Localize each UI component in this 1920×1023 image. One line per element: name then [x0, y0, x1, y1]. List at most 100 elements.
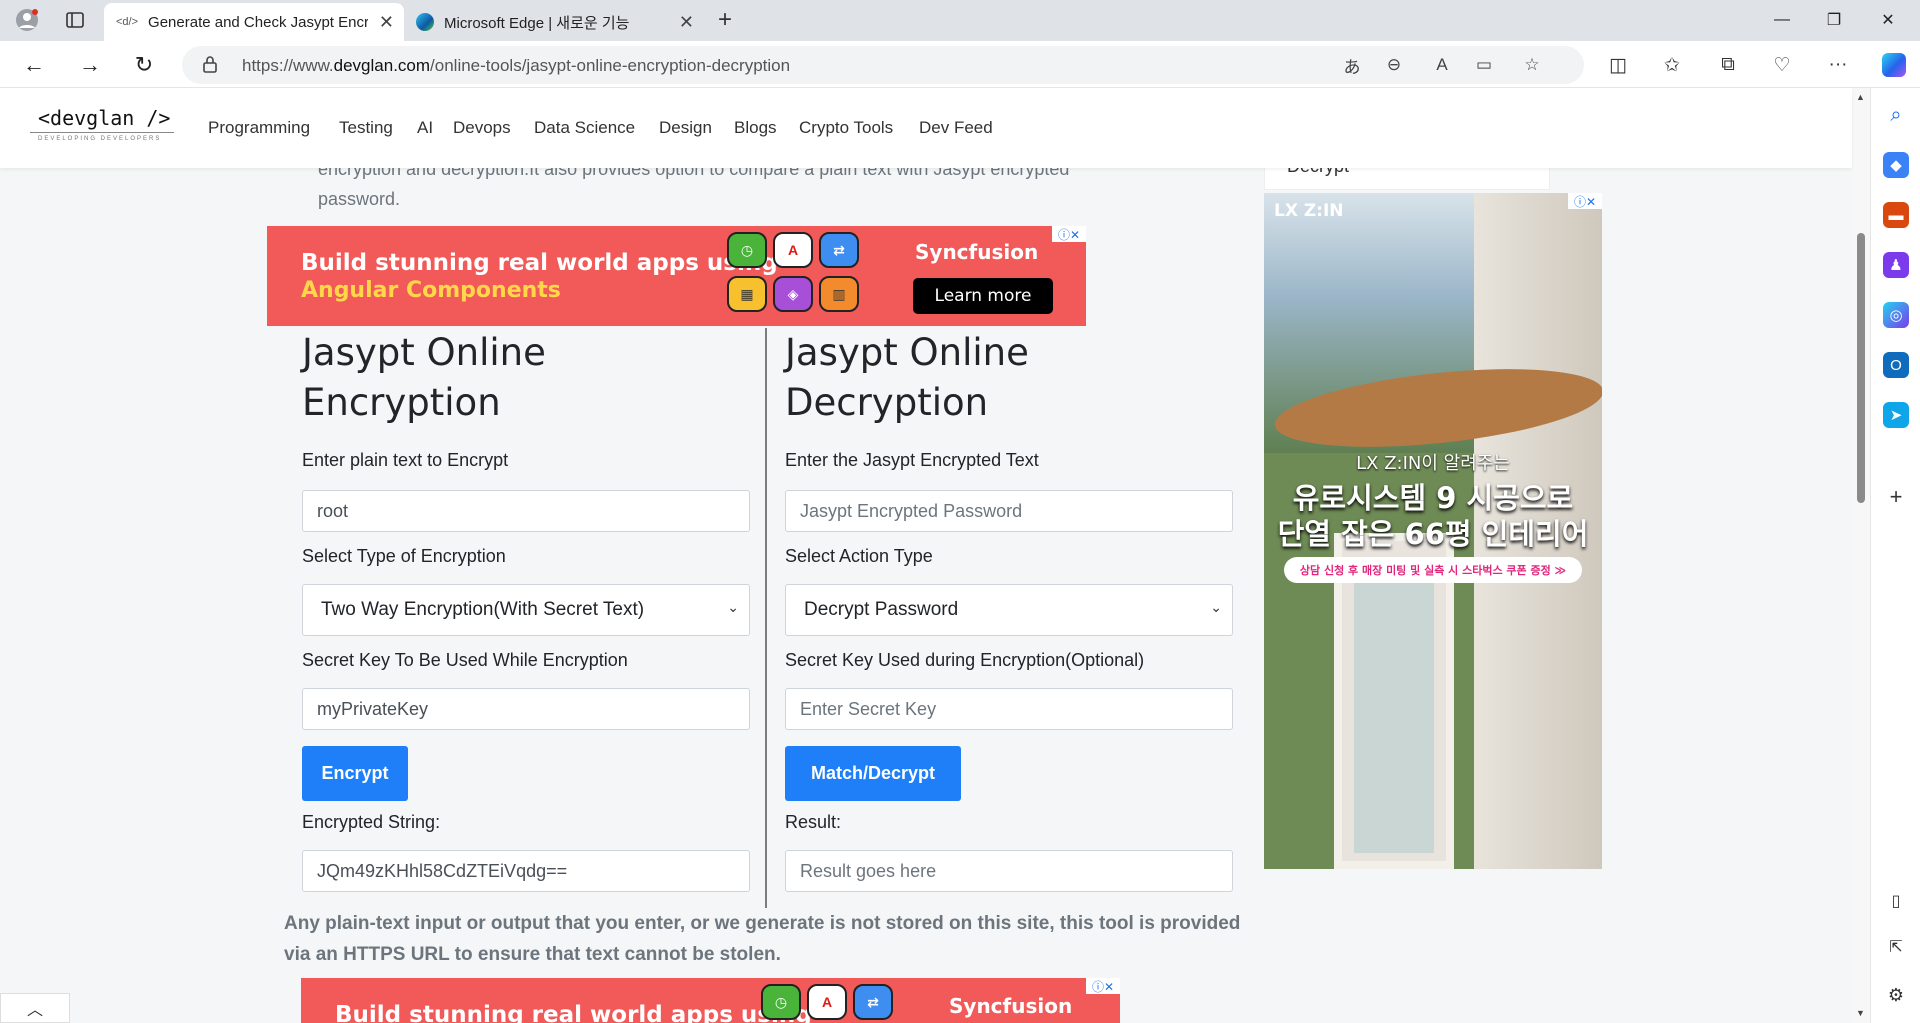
more-menu-icon[interactable]: ···	[1822, 49, 1854, 81]
outlook-icon[interactable]: O	[1883, 352, 1909, 378]
decrypt-secret-key-input[interactable]: Enter Secret Key	[785, 688, 1233, 730]
menu-devops[interactable]: Devops	[453, 118, 511, 138]
url-field[interactable]: https://www.devglan.com/online-tools/jas…	[182, 46, 1584, 84]
scroll-to-top-button[interactable]: ︿	[0, 993, 70, 1023]
tab-title: Generate and Check Jasypt Encryption	[148, 13, 369, 31]
forward-icon[interactable]: →	[74, 49, 106, 81]
edge-icon	[416, 13, 434, 31]
encryption-title: Jasypt Online Encryption	[302, 331, 546, 424]
ad-korean-headline: 단열 잡은 66평 인테리어	[1277, 517, 1589, 551]
close-icon[interactable]: ✕	[679, 12, 694, 33]
close-icon[interactable]: ✕	[379, 12, 394, 33]
collections-icon[interactable]: ⧉	[1712, 49, 1744, 81]
ad-brand-logo: LX Z:IN	[1274, 201, 1344, 221]
encryption-type-select[interactable]: Two Way Encryption(With Secret Text) ⌄	[302, 584, 750, 636]
site-header: <devglan /> DEVELOPING DEVELOPERS Progra…	[0, 88, 1852, 168]
add-icon[interactable]: +	[1883, 484, 1909, 510]
tab-jasypt[interactable]: <d/> Generate and Check Jasypt Encryptio…	[104, 3, 404, 41]
microsoft-365-icon[interactable]: ◎	[1883, 302, 1909, 328]
settings-gear-icon[interactable]: ⚙	[1883, 982, 1909, 1008]
tab-edge-new[interactable]: Microsoft Edge | 새로운 기능 ✕	[404, 3, 704, 41]
ad-close-icon[interactable]: ⓘ✕	[1086, 978, 1120, 994]
intro-line: password.	[318, 189, 401, 209]
ad-headline: Build stunning real world apps using	[335, 1002, 812, 1023]
immersive-reader-icon[interactable]: ▭	[1472, 54, 1496, 76]
plain-text-label: Enter plain text to Encrypt	[302, 450, 509, 470]
sidebar-toggle-icon[interactable]: ▯	[1883, 888, 1909, 914]
select-value: Decrypt Password	[804, 599, 959, 620]
search-icon[interactable]: ⌕	[1883, 102, 1909, 128]
menu-ai[interactable]: AI	[417, 118, 433, 138]
result-label: Result:	[785, 812, 842, 832]
chevron-down-icon: ⌄	[1210, 599, 1222, 615]
disclaimer-line: via an HTTPS URL to ensure that text can…	[284, 944, 781, 965]
scroll-down-arrow-icon[interactable]: ▼	[1856, 1008, 1865, 1018]
page-scrollbar[interactable]: ▲ ▼	[1852, 88, 1870, 1023]
learn-more-button[interactable]: Learn more	[913, 278, 1053, 314]
action-type-select[interactable]: Decrypt Password ⌄	[785, 584, 1233, 636]
ad-promo-pill[interactable]: 상담 신청 후 매장 미팅 및 실측 시 스타벅스 쿠폰 증정 ≫	[1284, 557, 1582, 583]
encrypted-string-output[interactable]: JQm49zKHhl58CdZTEiVqdg==	[302, 850, 750, 892]
external-link-icon[interactable]: ⇱	[1883, 934, 1909, 960]
browser-essentials-icon[interactable]: ♡	[1766, 49, 1798, 81]
angular-icon: A	[773, 232, 813, 268]
scrollbar-thumb[interactable]	[1857, 233, 1865, 503]
menu-blogs[interactable]: Blogs	[734, 118, 777, 138]
favorites-icon[interactable]: ✩	[1656, 49, 1688, 81]
games-icon[interactable]: ♟	[1883, 252, 1909, 278]
menu-crypto-tools[interactable]: Crypto Tools	[799, 118, 893, 138]
secret-key-input[interactable]: myPrivateKey	[302, 688, 750, 730]
menu-dev-feed[interactable]: Dev Feed	[919, 118, 993, 138]
refresh-icon[interactable]: ↻	[128, 49, 160, 81]
restore-icon[interactable]: ❐	[1806, 0, 1862, 40]
encrypted-text-label: Enter the Jasypt Encrypted Text	[785, 450, 1039, 470]
right-side-ad[interactable]: LX Z:IN LX Z:IN이 알려주는 유로시스템 9 시공으로 단열 잡은…	[1264, 193, 1602, 869]
split-screen-icon[interactable]: ◫	[1602, 49, 1634, 81]
read-aloud-icon[interactable]: A	[1430, 54, 1454, 76]
lock-icon[interactable]	[202, 55, 218, 78]
ad-banner-top[interactable]: Build stunning real world apps using Ang…	[267, 226, 1086, 326]
zoom-icon[interactable]: ⊖	[1382, 54, 1406, 76]
menu-data-science[interactable]: Data Science	[534, 118, 635, 138]
disclaimer-line: Any plain-text input or output that you …	[284, 913, 1241, 934]
ad-close-icon[interactable]: ⓘ✕	[1052, 226, 1086, 242]
syncfusion-logo: Syncfusion	[949, 994, 1073, 1018]
back-icon[interactable]: ←	[18, 49, 50, 81]
encrypt-button[interactable]: Encrypt	[302, 746, 408, 801]
decryption-column: Jasypt Online Decryption Enter the Jasypt…	[785, 328, 1255, 892]
profile-icon[interactable]	[12, 5, 42, 35]
minimize-icon[interactable]: —	[1754, 0, 1810, 40]
ad-image-glass	[1354, 563, 1434, 853]
plain-text-input[interactable]: root	[302, 490, 750, 532]
translate-icon[interactable]: あ	[1340, 54, 1364, 77]
ad-hex-icon: ▥	[819, 276, 859, 312]
chevron-up-icon: ︿	[26, 1002, 43, 1019]
scroll-up-arrow-icon[interactable]: ▲	[1856, 92, 1865, 102]
drop-icon[interactable]: ➤	[1883, 402, 1909, 428]
new-tab-button[interactable]: +	[710, 5, 740, 35]
close-window-icon[interactable]: ✕	[1860, 0, 1916, 40]
toolbox-icon[interactable]: ▬	[1883, 202, 1909, 228]
favorite-star-icon[interactable]: ☆	[1520, 54, 1544, 76]
ad-close-icon[interactable]: ⓘ✕	[1568, 193, 1602, 209]
decrypt-secret-key-label: Secret Key Used during Encryption(Option…	[785, 650, 1145, 670]
menu-design[interactable]: Design	[659, 118, 712, 138]
chevron-down-icon: ⌄	[727, 599, 739, 615]
code-icon: <d/>	[116, 16, 139, 28]
match-decrypt-button[interactable]: Match/Decrypt	[785, 746, 961, 801]
encrypted-text-input[interactable]: Jasypt Encrypted Password	[785, 490, 1233, 532]
page-content: encryption and decryption.It also provid…	[0, 156, 1852, 1023]
site-logo[interactable]: <devglan /> DEVELOPING DEVELOPERS	[30, 106, 174, 146]
encryption-type-label: Select Type of Encryption	[302, 546, 506, 566]
menu-testing[interactable]: Testing	[339, 118, 393, 138]
column-divider	[765, 328, 767, 908]
copilot-icon[interactable]	[1878, 49, 1910, 81]
syncfusion-logo: Syncfusion	[915, 240, 1039, 264]
result-output[interactable]: Result goes here	[785, 850, 1233, 892]
tab-actions-icon[interactable]	[60, 5, 90, 35]
ad-banner-bottom[interactable]: Build stunning real world apps using ◷ A…	[301, 978, 1120, 1023]
tag-icon[interactable]: ◆	[1883, 152, 1909, 178]
encrypted-string-label: Encrypted String:	[302, 812, 441, 832]
menu-programming[interactable]: Programming	[208, 118, 310, 138]
logo-tagline: DEVELOPING DEVELOPERS	[38, 136, 162, 142]
